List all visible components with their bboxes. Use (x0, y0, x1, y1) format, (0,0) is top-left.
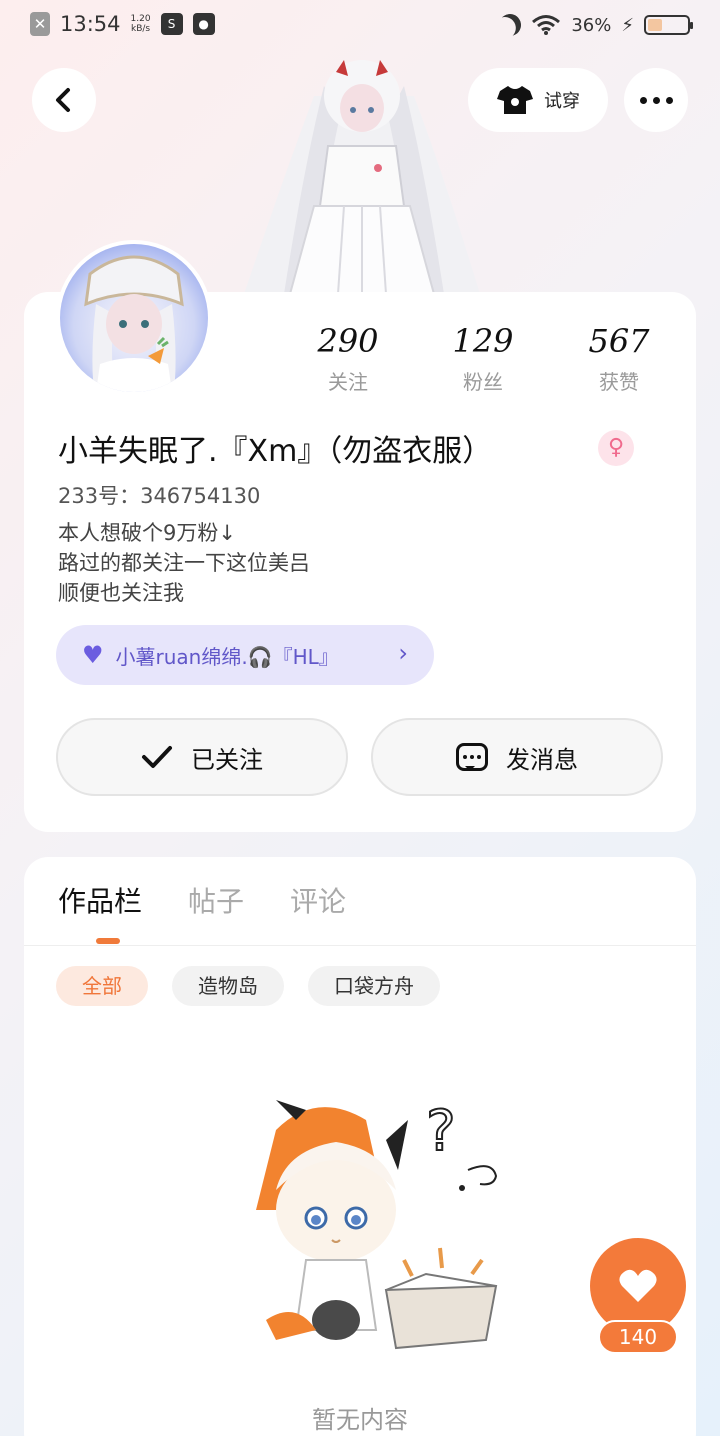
stat-followers[interactable]: 129 粉丝 (433, 322, 533, 395)
empty-state-text: 暂无内容 (312, 1406, 408, 1434)
bond-badge-text: 小薯ruan绵绵.🎧『HL』 (115, 644, 339, 669)
check-icon (142, 746, 172, 768)
heart-icon: ♥ (82, 641, 104, 669)
stat-following[interactable]: 290 关注 (298, 322, 398, 395)
bio-line: 本人想破个9万粉↓ (58, 521, 236, 545)
stat-likes[interactable]: 567 获赞 (569, 322, 669, 395)
chevron-right-icon: › (398, 639, 408, 667)
filter-creation-island[interactable]: 造物岛 (172, 966, 284, 1006)
female-icon: ♀ (598, 430, 634, 466)
character-model (244, 60, 480, 294)
avatar[interactable] (56, 240, 212, 396)
avatar-image (84, 255, 184, 392)
notification-icon: ✕ (30, 12, 50, 36)
nickname: 小羊失眠了.『Xm』（勿盗衣服） (58, 434, 493, 469)
status-time: 13:54 (60, 12, 121, 36)
charging-icon: ⚡ (621, 14, 634, 36)
battery-percent: 36% (571, 14, 612, 36)
network-speed: 1.20 kB/s (130, 14, 151, 34)
bio-line: 顺便也关注我 (58, 581, 184, 605)
battery-fill (648, 19, 662, 31)
more-button[interactable] (624, 68, 688, 132)
tab-comments[interactable]: 评论 (290, 880, 346, 920)
filter-pocket-ark[interactable]: 口袋方舟 (308, 966, 440, 1006)
try-on-button[interactable]: 试穿 (468, 68, 608, 132)
chat-icon (456, 743, 488, 771)
try-on-label: 试穿 (544, 91, 580, 112)
empty-state-illustration: ? (256, 1098, 498, 1350)
following-label: 已关注 (191, 745, 263, 774)
filter-all[interactable]: 全部 (56, 966, 148, 1006)
chevron-left-icon (56, 88, 70, 112)
tab-posts[interactable]: 帖子 (188, 880, 244, 920)
works-tabs: 作品栏 帖子 评论 (58, 880, 346, 920)
user-id: 233号：346754130 (58, 484, 261, 508)
wechat-icon: ● (192, 13, 215, 35)
heart-icon (619, 1269, 657, 1302)
tab-works[interactable]: 作品栏 (58, 880, 142, 920)
bio: 本人想破个9万粉↓ 路过的都关注一下这位美吕 顺便也关注我 (58, 518, 310, 608)
svg-text:?: ? (426, 1099, 456, 1164)
bond-badge[interactable]: ♥ 小薯ruan绵绵.🎧『HL』 › (56, 625, 434, 685)
divider (24, 945, 696, 946)
send-message-label: 发消息 (506, 745, 578, 774)
status-bar: ✕ 13:54 1.20 kB/s S ● 36% ⚡ (0, 0, 720, 56)
more-icon (639, 96, 673, 104)
following-button[interactable]: 已关注 (56, 718, 348, 796)
battery-icon (644, 15, 693, 35)
active-tab-indicator (96, 938, 120, 944)
wifi-icon (532, 15, 561, 35)
send-message-button[interactable]: 发消息 (371, 718, 663, 796)
back-button[interactable] (32, 68, 96, 132)
app-notification-icon: S (160, 13, 183, 35)
do-not-disturb-icon (495, 10, 525, 40)
like-count: 140 (598, 1320, 678, 1354)
bio-line: 路过的都关注一下这位美吕 (58, 551, 310, 575)
works-filters: 全部 造物岛 口袋方舟 (56, 966, 440, 1006)
tshirt-icon (497, 86, 533, 114)
